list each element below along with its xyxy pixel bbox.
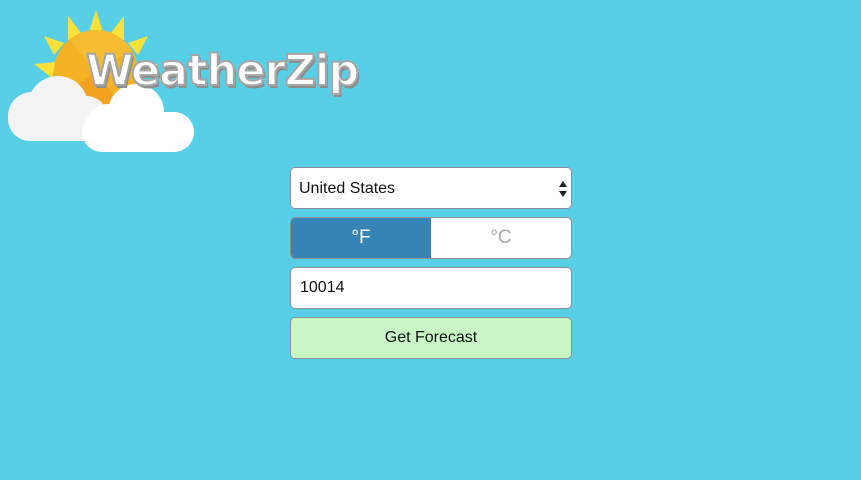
logo: WeatherZip bbox=[0, 0, 380, 160]
celsius-button[interactable]: °C bbox=[431, 218, 571, 258]
unit-toggle: °F °C bbox=[290, 217, 572, 259]
country-select[interactable]: United States bbox=[290, 167, 572, 209]
zip-input[interactable] bbox=[290, 267, 572, 309]
get-forecast-button[interactable]: Get Forecast bbox=[290, 317, 572, 359]
forecast-form: United States °F °C Get Forecast bbox=[290, 167, 572, 359]
select-arrows-icon bbox=[559, 181, 567, 197]
page: WeatherZip United States °F °C Get Forec… bbox=[0, 0, 861, 480]
fahrenheit-button[interactable]: °F bbox=[291, 218, 431, 258]
country-select-value: United States bbox=[299, 180, 396, 197]
logo-wordmark: WeatherZip bbox=[85, 46, 360, 96]
